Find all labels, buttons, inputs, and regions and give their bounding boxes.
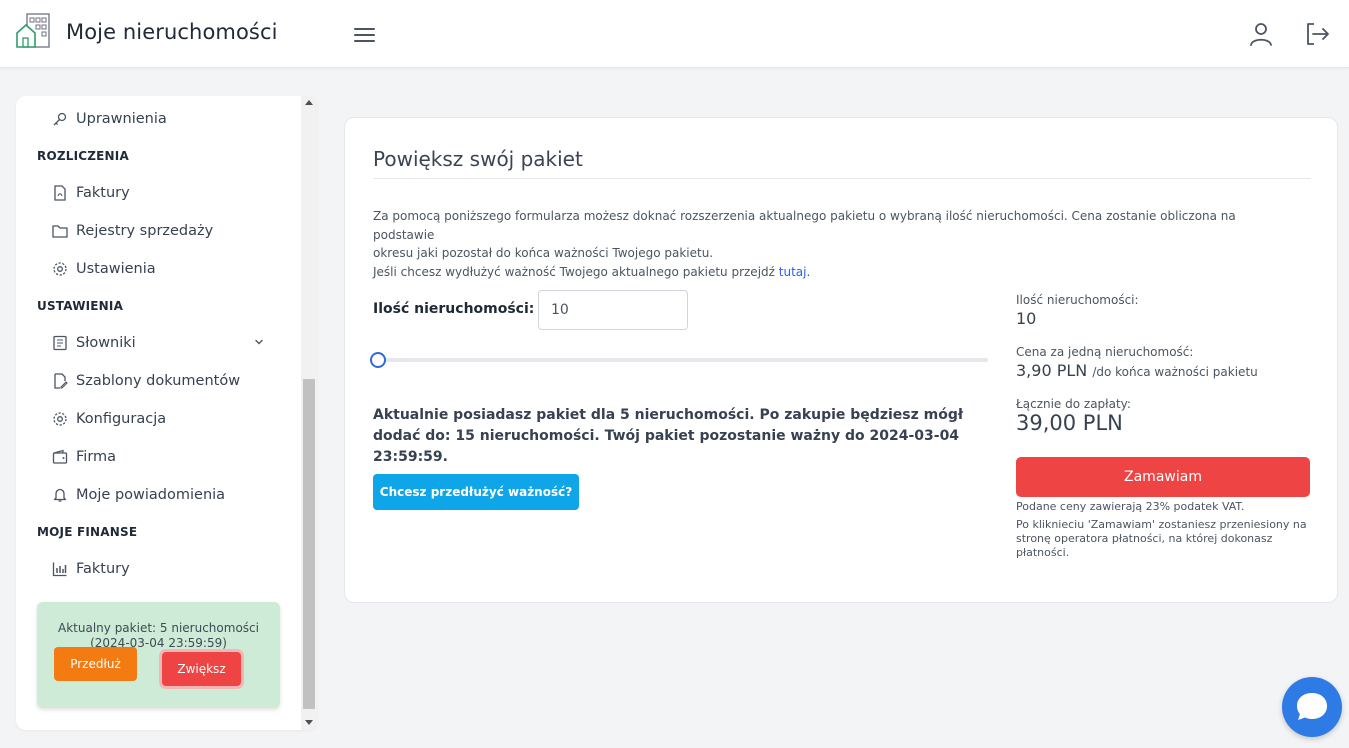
sidebar-item-szablony-dokumentow[interactable]: Szablony dokumentów — [52, 367, 240, 395]
description-line-3-end: . — [806, 264, 811, 279]
sidebar: Uprawnienia ROZLICZENIA Faktury Rejestry… — [16, 96, 317, 730]
quantity-label: Ilość nieruchomości: — [373, 301, 535, 317]
package-info-text: Aktualny pakiet: 5 nieruchomości — [58, 621, 259, 635]
sidebar-scroll-area: Uprawnienia ROZLICZENIA Faktury Rejestry… — [16, 96, 301, 730]
total-value: 39,00 PLN — [1016, 411, 1123, 435]
bar-chart-icon — [52, 562, 67, 577]
summary-quantity-value: 10 — [1016, 309, 1037, 328]
top-bar: Moje nieruchomości — [0, 0, 1349, 68]
building-logo-icon[interactable] — [15, 12, 53, 50]
summary-quantity-label: Ilość nieruchomości: — [1016, 293, 1139, 307]
sidebar-item-label: Faktury — [76, 561, 130, 577]
sidebar-item-label: Konfiguracja — [76, 411, 167, 427]
sidebar-item-label: Moje powiadomienia — [76, 487, 226, 503]
unit-price-label: Cena za jedną nieruchomość: — [1016, 345, 1194, 359]
extend-package-button[interactable]: Przedłuż — [54, 647, 137, 681]
extend-validity-link[interactable]: tutaj — [779, 265, 807, 279]
sidebar-item-label: Firma — [76, 449, 117, 465]
vat-note: Podane ceny zawierają 23% podatek VAT. — [1016, 500, 1245, 513]
total-label: Łącznie do zapłaty: — [1016, 397, 1131, 411]
upgrade-package-card: Powiększ swój pakiet Za pomocą poniższeg… — [344, 117, 1338, 603]
gear-icon — [53, 262, 67, 276]
quantity-input[interactable] — [538, 290, 688, 330]
redirect-note: Po kliknieciu 'Zamawiam' zostaniesz prze… — [1016, 518, 1307, 559]
sidebar-item-label: Ustawienia — [76, 261, 156, 277]
sidebar-item-konfiguracja[interactable]: Konfiguracja — [52, 405, 166, 433]
sidebar-item-slowniki[interactable]: Słowniki — [52, 329, 136, 357]
unit-price-note: /do końca ważności pakietu — [1092, 365, 1258, 379]
document-edit-icon — [54, 373, 68, 389]
chevron-down-icon[interactable] — [253, 336, 265, 348]
sidebar-item-uprawnienia[interactable]: Uprawnienia — [52, 105, 167, 133]
section-title-ustawienia: USTAWIENIA — [37, 299, 124, 313]
app-title: Moje nieruchomości — [66, 20, 278, 44]
scroll-down-arrow-icon[interactable] — [305, 720, 313, 725]
package-summary-text: Aktualnie posiadasz pakiet dla 5 nieruch… — [373, 407, 964, 465]
sidebar-item-ustawienia[interactable]: Ustawienia — [52, 255, 156, 283]
section-title-rozliczenia: ROZLICZENIA — [37, 149, 129, 163]
sidebar-item-firma[interactable]: Firma — [52, 443, 116, 471]
description-line-3: Jeśli chcesz wydłużyć ważność Twojego ak… — [373, 264, 779, 279]
user-icon[interactable] — [1248, 21, 1274, 47]
sidebar-item-rejestry-sprzedazy[interactable]: Rejestry sprzedaży — [52, 217, 213, 245]
quantity-slider-track[interactable] — [378, 358, 988, 362]
sidebar-item-label: Słowniki — [76, 335, 136, 351]
page-title: Powiększ swój pakiet — [373, 147, 583, 171]
chat-widget-button[interactable] — [1282, 677, 1342, 737]
sidebar-item-faktury[interactable]: Faktury — [52, 179, 130, 207]
extend-validity-button[interactable]: Chcesz przedłużyć ważność? — [373, 474, 579, 510]
unit-price-value: 3,90 PLN — [1016, 361, 1088, 380]
sidebar-item-faktury-finanse[interactable]: Faktury — [52, 555, 130, 583]
order-button[interactable]: Zamawiam — [1016, 457, 1310, 497]
title-divider — [373, 178, 1311, 179]
quantity-slider-thumb[interactable] — [370, 352, 386, 368]
sidebar-item-label: Uprawnienia — [76, 111, 167, 127]
unit-price-row: 3,90 PLN /do końca ważności pakietu — [1016, 361, 1258, 380]
sidebar-scrollbar[interactable] — [301, 96, 317, 730]
sidebar-item-label: Rejestry sprzedaży — [76, 223, 214, 239]
sidebar-item-moje-powiadomienia[interactable]: Moje powiadomienia — [52, 481, 225, 509]
sidebar-item-label: Faktury — [76, 185, 130, 201]
key-icon — [53, 112, 67, 126]
description-text: Za pomocą poniższego formularza możesz d… — [373, 207, 1273, 281]
wallet-icon — [52, 449, 68, 464]
sidebar-item-label: Szablony dokumentów — [76, 373, 241, 389]
book-icon — [53, 335, 67, 351]
description-line-1: Za pomocą poniższego formularza możesz d… — [373, 209, 1236, 242]
bell-icon — [53, 488, 67, 502]
scrollbar-thumb[interactable] — [303, 379, 315, 709]
logout-icon[interactable] — [1304, 21, 1330, 47]
pdf-file-icon — [54, 185, 66, 201]
scroll-up-arrow-icon[interactable] — [305, 100, 313, 105]
description-line-2: okresu jaki pozostał do końca ważności T… — [373, 246, 714, 260]
hamburger-menu-icon[interactable] — [353, 24, 377, 44]
chat-bubble-icon — [1297, 693, 1327, 720]
gear-icon — [53, 412, 67, 426]
section-title-moje-finanse: MOJE FINANSE — [37, 525, 138, 539]
folder-icon — [52, 225, 68, 238]
increase-package-button[interactable]: Zwiększ — [162, 652, 241, 686]
